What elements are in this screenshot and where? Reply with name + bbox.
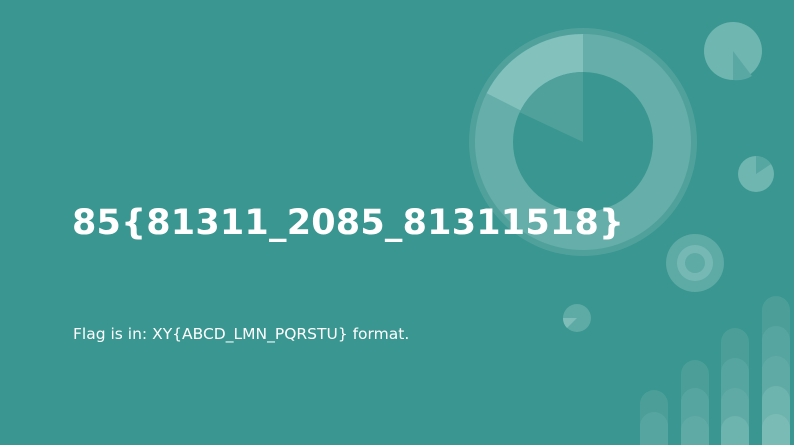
bar-column-3-top: [721, 416, 749, 445]
tiny-pie-icon: [562, 304, 591, 332]
bar-chart-icon: [640, 296, 790, 445]
slide: 85{81311_2085_81311518} Flag is in: XY{A…: [0, 0, 794, 445]
slide-subtitle: Flag is in: XY{ABCD_LMN_PQRSTU} format.: [73, 325, 410, 343]
small-pie-icon: [738, 155, 774, 192]
pie-chart-icon: [704, 22, 762, 81]
ring-chart-icon: [666, 234, 724, 292]
ring-center: [685, 253, 705, 273]
slide-title: 85{81311_2085_81311518}: [72, 203, 625, 243]
bar-column-2-top: [681, 416, 709, 445]
bar-column-1-fill: [640, 412, 668, 445]
bar-column-4-top: [762, 414, 790, 445]
